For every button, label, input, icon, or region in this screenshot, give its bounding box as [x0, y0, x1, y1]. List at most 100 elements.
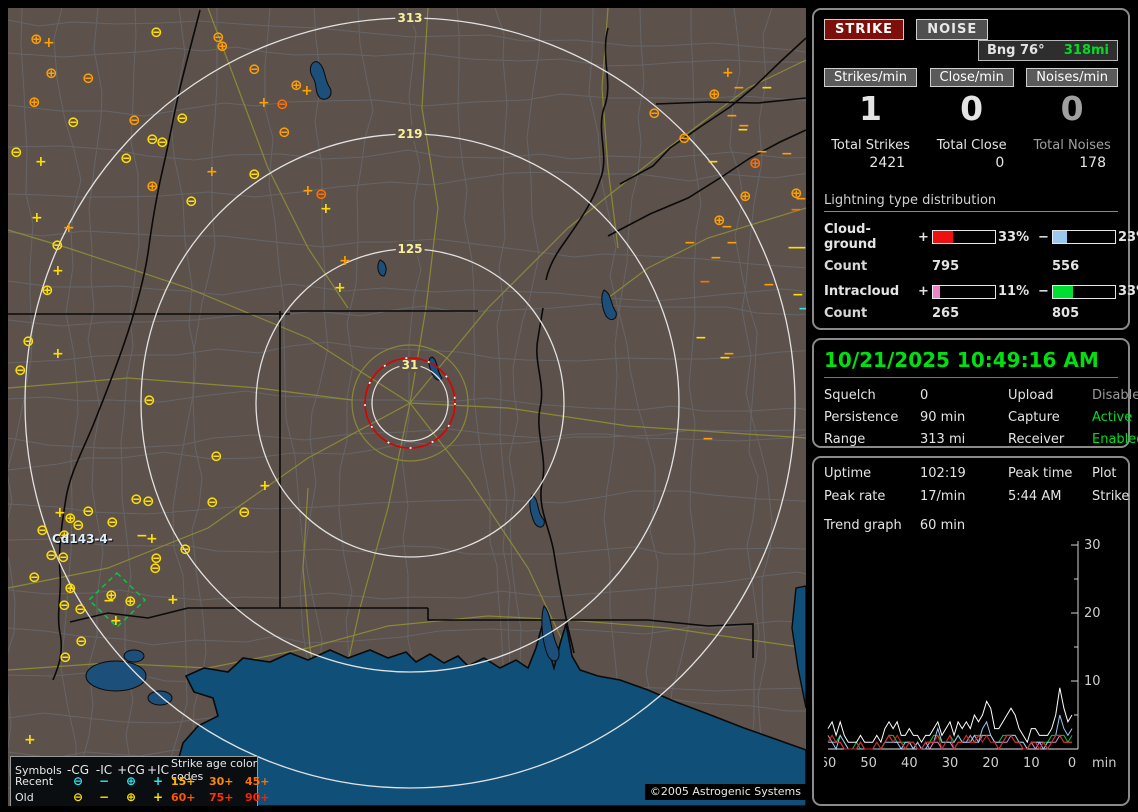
range-ring-label: 125 [397, 242, 422, 256]
age-code-15: 15+ [171, 774, 196, 788]
upload-value: Disabled [1092, 388, 1138, 403]
cloud-ground-label: Cloud-ground [824, 222, 877, 252]
count-label: Count [824, 259, 868, 274]
circle-plus-icon: ⊕ [125, 774, 137, 788]
total-noises-label: Total Noises [1033, 138, 1111, 153]
status-grid: Squelch 0 Upload Disabled Persistence 90… [824, 388, 1138, 447]
total-strikes-value: 2421 [869, 155, 906, 171]
uptime-grid: Uptime 102:19 Peak time Plot Peak rate 1… [824, 466, 1129, 504]
app-window: { "header": { "strike_label": "STRIKE", … [0, 0, 1138, 812]
age-code-60: 60+ [171, 790, 196, 804]
range-label: Range [824, 432, 866, 447]
trend-graph-label: Trend graph [824, 518, 902, 533]
svg-text:30: 30 [942, 756, 959, 771]
intracloud-row: Intracloud + 11% − 33% [824, 284, 1138, 299]
cloud-ground-count-row: Count 795 556 [824, 259, 1118, 274]
svg-text:20: 20 [982, 756, 999, 771]
trend-panel: Uptime 102:19 Peak time Plot Peak rate 1… [812, 456, 1130, 806]
upload-label: Upload [1008, 388, 1054, 403]
circle-minus-icon: ⊖ [72, 790, 84, 804]
cloud-ground-row: Cloud-ground + 33% − 23% [824, 222, 1138, 252]
trend-graph-label-row: Trend graph 60 min [824, 518, 1118, 533]
copyright-text: ©2005 Astrogenic Systems [644, 784, 806, 800]
cg-negative-bar [1052, 230, 1116, 244]
persistence-label: Persistence [824, 410, 899, 425]
svg-text:50: 50 [860, 756, 877, 771]
range-value: 313 mi [920, 432, 966, 447]
close-per-min-chip[interactable]: Close/min [929, 68, 1014, 87]
receiver-label: Receiver [1008, 432, 1065, 447]
cg-positive-count: 795 [932, 259, 960, 274]
bearing-value: Bng 76° [987, 43, 1045, 58]
noises-per-min-chip[interactable]: Noises/min [1026, 68, 1118, 87]
noise-button[interactable]: NOISE [916, 19, 989, 40]
distribution-title: Lightning type distribution [824, 193, 1118, 212]
strikes-per-min-chip[interactable]: Strikes/min [824, 68, 918, 87]
circle-minus-icon: ⊖ [72, 774, 84, 788]
close-per-min-column: Close/min 0 Total Close 0 [927, 68, 1016, 171]
legend-old-label: Old [15, 790, 34, 804]
strike-button[interactable]: STRIKE [824, 19, 905, 40]
svg-text:min: min [1092, 756, 1117, 771]
total-noises-value: 178 [1079, 155, 1106, 171]
rate-counters: Strikes/min 1 Total Strikes 2421 Close/m… [824, 68, 1118, 171]
plus-sign: + [918, 284, 929, 299]
mode-button-row: STRIKE NOISE Bng 76° 318mi [824, 19, 1118, 61]
peak-rate-value: 17/min [920, 489, 966, 504]
close-per-min-value: 0 [960, 89, 984, 128]
peak-rate-label: Peak rate [824, 489, 886, 504]
legend-header-row: Symbols -CG -IC +CG +IC Strike age color… [11, 757, 257, 783]
cg-negative-pct: 23% [1118, 229, 1138, 245]
plus-icon: + [152, 774, 164, 788]
capture-label: Capture [1008, 410, 1060, 425]
svg-text:30: 30 [1084, 538, 1101, 553]
cg-positive-bar [932, 230, 996, 244]
bearing-range-value: 318mi [1063, 43, 1109, 58]
minus-icon: − [98, 774, 110, 788]
minus-sign: − [1038, 229, 1049, 245]
storm-cell-label: Cd143-4- [52, 532, 113, 546]
svg-text:0: 0 [1068, 756, 1076, 771]
intracloud-label: Intracloud [824, 284, 900, 299]
svg-text:10: 10 [1084, 674, 1101, 689]
ic-positive-bar [932, 284, 996, 299]
age-code-90: 90+ [245, 790, 270, 804]
ic-positive-count: 265 [932, 306, 960, 321]
squelch-label: Squelch [824, 388, 876, 403]
plus-icon: + [152, 790, 164, 804]
plus-sign: + [918, 229, 929, 245]
total-close-label: Total Close [936, 138, 1007, 153]
total-close-value: 0 [995, 155, 1005, 171]
ic-negative-pct: 33% [1118, 284, 1138, 299]
range-ring-label: 31 [402, 358, 419, 372]
map-legend: Symbols -CG -IC +CG +IC Strike age color… [10, 756, 270, 806]
uptime-label: Uptime [824, 466, 872, 481]
strikes-per-min-column: Strikes/min 1 Total Strikes 2421 [824, 68, 918, 171]
range-ring-label: 313 [397, 11, 422, 25]
lightning-map[interactable]: 313 219 125 31 ⊕ + ⊖ ⊖ ⊕ ⊕ ⊖ ⊖ ⊕ + + ⊖ ⊕ ⊖ ⊖ ⊖ ⊖ ⊖ ⊖ ⊖ + ⊖ + ⊖ ⊕ + ⊖ +… [8, 8, 806, 806]
svg-text:20: 20 [1084, 606, 1101, 621]
peak-time-value: 5:44 AM [1008, 489, 1062, 504]
cg-negative-count: 556 [1052, 259, 1080, 274]
receiver-value: Enabled [1092, 432, 1138, 447]
persistence-value: 90 min [920, 410, 966, 425]
datetime-display: 10/21/2025 10:49:16 AM [824, 348, 1118, 378]
noises-per-min-column: Noises/min 0 Total Noises 178 [1026, 68, 1118, 171]
svg-text:40: 40 [901, 756, 918, 771]
legend-row-old: Old ⊖ − ⊕ + 60+ 75+ 90+ [11, 789, 270, 805]
age-code-75: 75+ [209, 790, 234, 804]
map-canvas: 313 219 125 31 [8, 8, 806, 806]
count-label: Count [824, 306, 868, 321]
strikes-per-min-value: 1 [859, 89, 882, 128]
noises-per-min-value: 0 [1060, 89, 1084, 128]
ic-negative-count: 805 [1052, 306, 1080, 321]
minus-icon: − [98, 790, 110, 804]
plot-label: Plot [1092, 466, 1117, 481]
age-code-30: 30+ [209, 774, 234, 788]
system-status-panel: 10/21/2025 10:49:16 AM Squelch 0 Upload … [812, 338, 1138, 448]
capture-value: Active [1092, 410, 1133, 425]
intracloud-count-row: Count 265 805 [824, 306, 1118, 321]
svg-text:10: 10 [1023, 756, 1040, 771]
legend-row-recent: Recent ⊖ − ⊕ + 15+ 30+ 45+ [11, 773, 270, 789]
plot-value: Strike [1092, 489, 1130, 504]
